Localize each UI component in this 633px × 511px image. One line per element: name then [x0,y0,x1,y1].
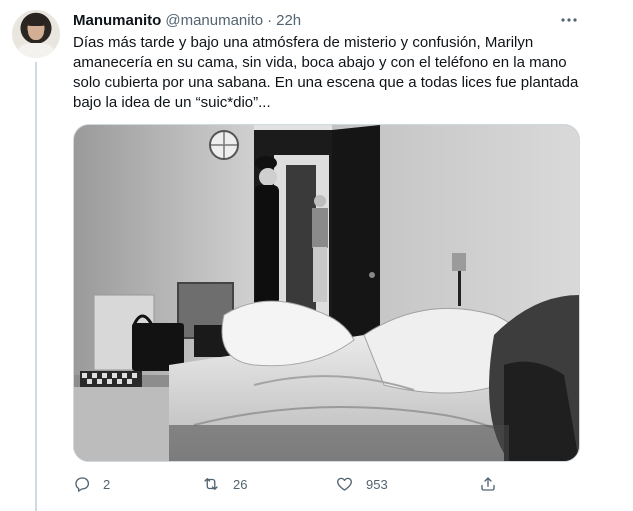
more-options-button[interactable] [557,8,581,32]
like-button[interactable]: 953 [335,472,388,496]
tweet-card[interactable]: Manumanito @manumanito · 22h Días más ta… [0,0,598,511]
retweet-count: 26 [233,476,248,492]
avatar[interactable] [12,10,60,58]
tweet-header: Manumanito @manumanito · 22h [73,10,301,30]
retweet-icon [204,478,218,490]
thread-line [35,62,37,511]
share-icon [481,477,495,491]
separator-dot: · [267,11,273,29]
retweet-button[interactable]: 26 [201,472,247,496]
heart-icon [337,477,352,491]
bedroom-photo [74,125,579,461]
tweet-text: Días más tarde y bajo una atmósfera de m… [73,34,579,111]
tweet-photo[interactable] [73,124,580,462]
reply-icon [75,477,90,492]
display-name[interactable]: Manumanito [73,12,161,29]
user-handle[interactable]: @manumanito [165,12,263,29]
right-gutter [597,0,633,511]
more-icon [561,18,577,22]
timestamp[interactable]: 22h [276,12,301,29]
reply-count: 2 [103,476,111,492]
tweet-actions: 2 26 953 [73,472,503,496]
share-button[interactable] [479,472,497,496]
reply-button[interactable]: 2 [73,472,110,496]
like-count: 953 [366,476,388,492]
